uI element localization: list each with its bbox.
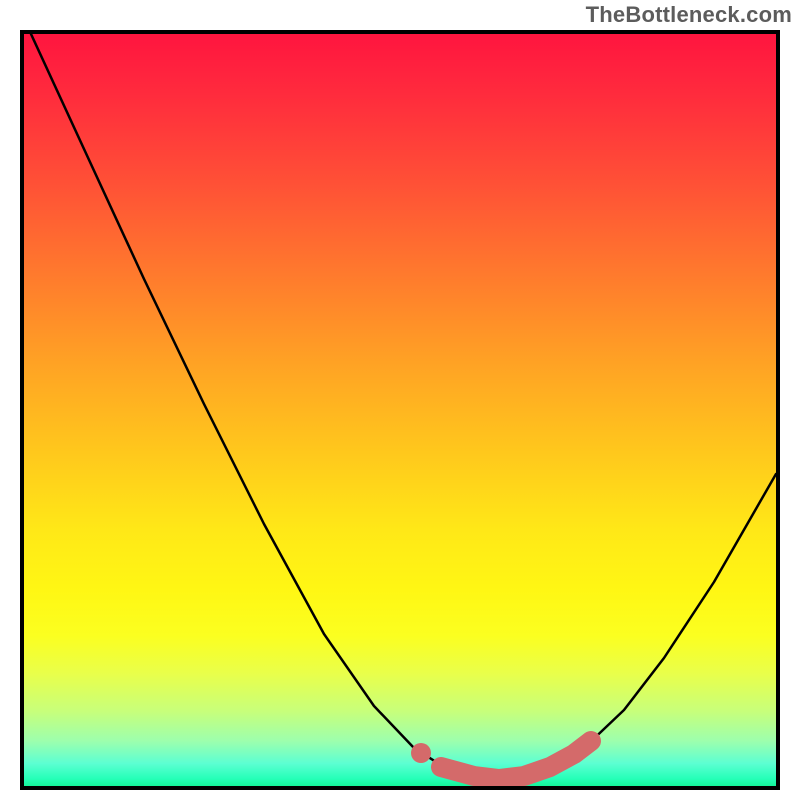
watermark-text: TheBottleneck.com xyxy=(586,2,792,28)
series-highlight-segment xyxy=(441,741,591,779)
chart-wrapper: TheBottleneck.com xyxy=(0,0,800,800)
chart-series-group xyxy=(31,34,776,779)
plot-frame xyxy=(20,30,780,790)
chart-svg xyxy=(24,34,776,786)
series-main-curve xyxy=(31,34,776,779)
series-highlight-dot-point xyxy=(411,743,431,763)
